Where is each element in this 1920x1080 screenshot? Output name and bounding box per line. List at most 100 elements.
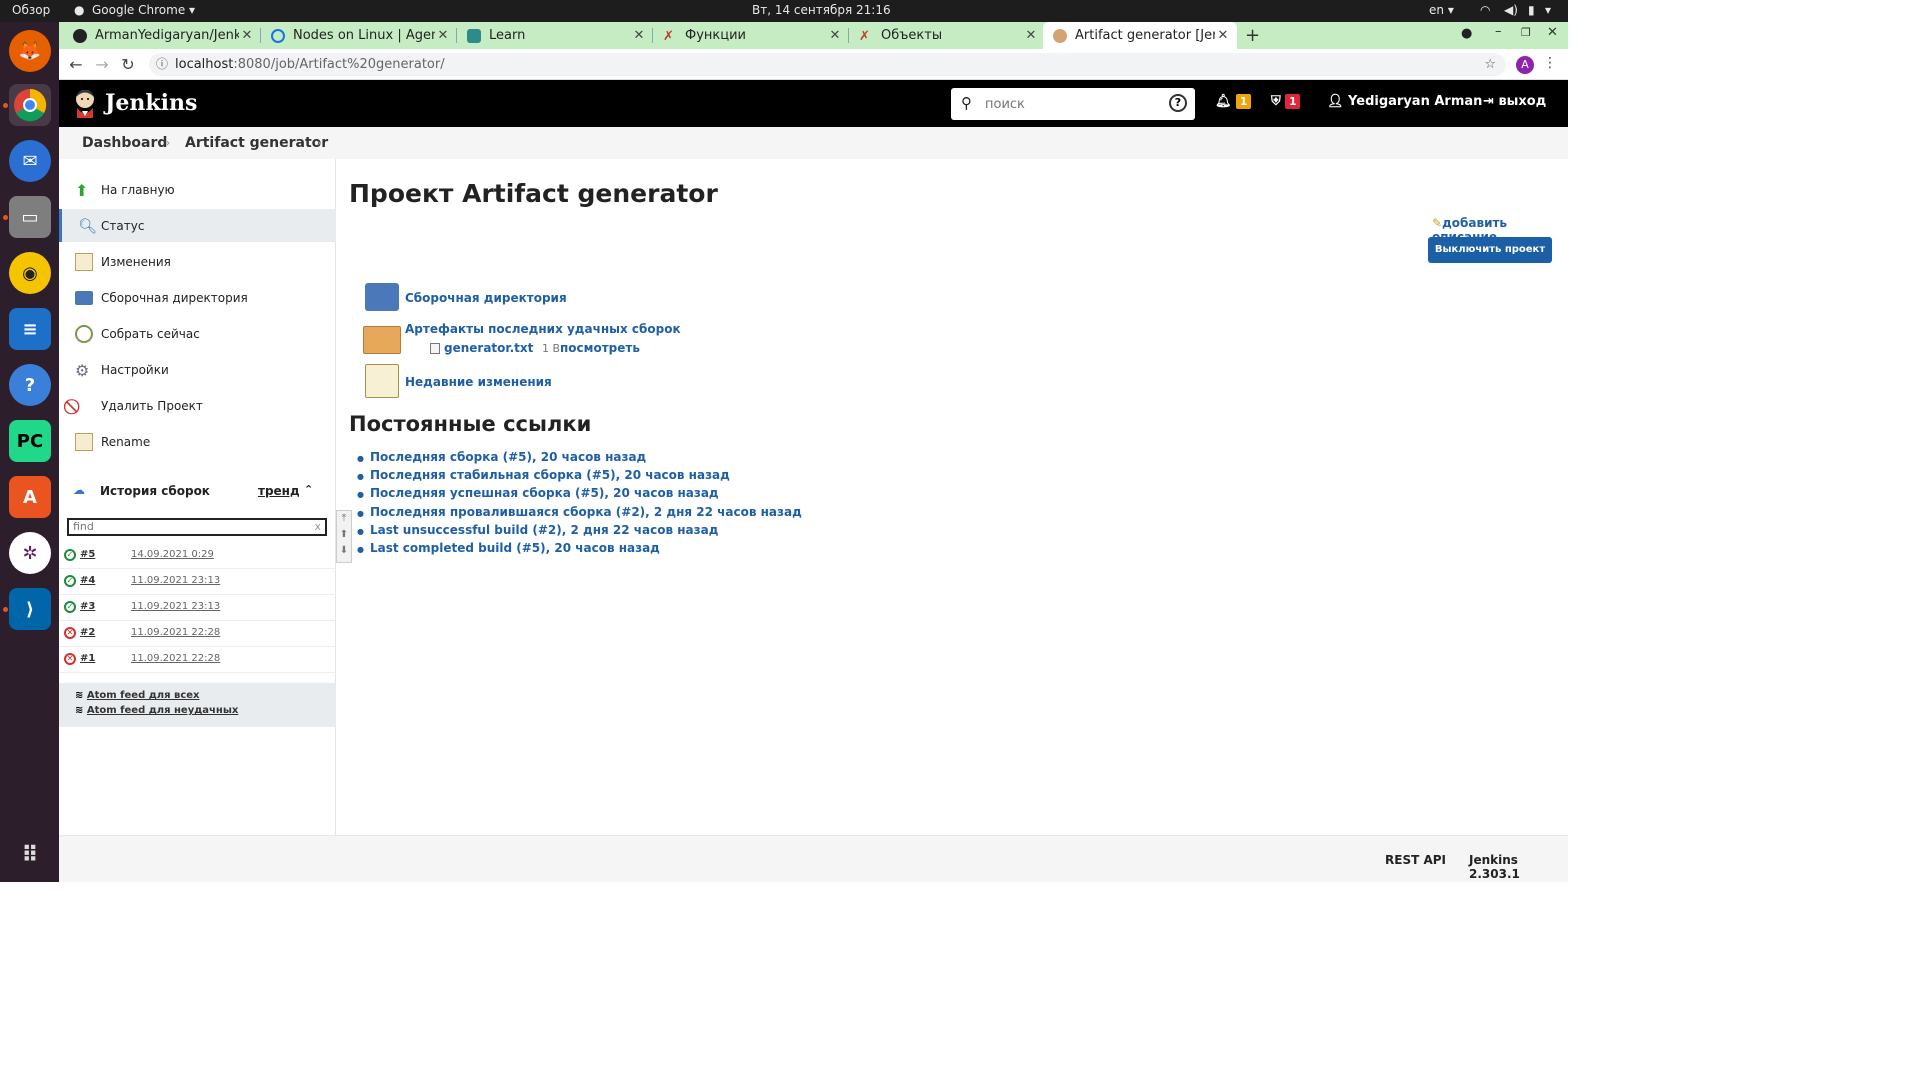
permalink-link[interactable]: Последняя сборка (#5), 20 часов назад [370,450,646,464]
battery-icon[interactable]: ▮ [1528,3,1535,17]
firefox-icon[interactable]: 🦊 [9,30,51,72]
breadcrumb-job[interactable]: Artifact generator [185,135,328,151]
artifacts-link[interactable]: Артефакты последних удачных сборок [405,322,681,336]
tab-nodes[interactable]: Nodes on Linux | Agents (✕ [261,22,457,49]
tab-github[interactable]: ArmanYedigaryan/Jenkin ✕ [63,22,261,49]
restore-icon[interactable]: ❐ [1521,26,1531,39]
permalink-link[interactable]: Last unsuccessful build (#2), 2 дня 22 ч… [370,523,718,537]
atom-feed-failed[interactable]: ≋ Atom feed для неудачных [75,705,238,716]
sidebar-item-status[interactable]: 🔍︎ Статус [59,209,336,242]
breadcrumb-chevron-icon[interactable]: › [166,138,170,149]
chrome-icon[interactable] [9,84,51,126]
show-apps-icon[interactable]: ⠿ [9,834,51,876]
logout-button[interactable]: ⇥ выход [1483,94,1546,109]
recent-changes-link[interactable]: Недавние изменения [405,375,552,389]
build-number-link[interactable]: #2 [80,627,95,638]
writer-icon[interactable]: ≡ [9,308,51,350]
close-tab-icon[interactable]: ✕ [827,28,843,43]
collapse-chevron-icon[interactable]: ⌃ [304,483,313,496]
back-button[interactable]: ← [65,54,87,76]
notepad-icon [365,364,399,398]
close-tab-icon[interactable]: ✕ [631,28,647,43]
new-tab-button[interactable]: + [1245,25,1260,46]
sidebar-item-configure[interactable]: ⚙ Настройки [59,353,336,386]
sidebar-item-delete[interactable]: ⃠ Удалить Проект [59,389,336,422]
breadcrumb-dashboard[interactable]: Dashboard [82,135,167,151]
app-menu-label: Google Chrome [92,3,186,17]
build-row: ✕ #1 11.09.2021 22:28 [59,647,336,673]
build-date-link[interactable]: 11.09.2021 22:28 [131,627,220,638]
app-menu[interactable]: Google Chrome ▾ [92,3,195,17]
tab-artifact-generator[interactable]: Artifact generator [Jenkin✕ [1043,22,1237,49]
activities-button[interactable]: Обзор [12,3,50,17]
rest-api-link[interactable]: REST API [1385,853,1446,867]
workspace-link[interactable]: Сборочная директория [405,291,567,305]
tab-learn[interactable]: Learn ✕ [457,22,653,49]
pycharm-icon[interactable]: PC [9,420,51,462]
reload-button[interactable]: ↻ [117,54,139,76]
build-date-link[interactable]: 11.09.2021 22:28 [131,653,220,664]
sidebar-item-home[interactable]: ⬆ На главную [59,173,336,206]
sidebar-item-rename[interactable]: Rename [59,425,336,458]
clear-filter-button[interactable]: x [314,520,321,534]
help-icon[interactable]: ? [1169,94,1187,112]
forward-button[interactable]: → [91,54,113,76]
files-icon[interactable]: ▭ [9,196,51,238]
build-filter-input[interactable]: find x [67,518,327,536]
artifact-view-link[interactable]: посмотреть [560,341,640,355]
system-menu-chevron-icon[interactable]: ▾ [1545,3,1551,17]
language-indicator[interactable]: en ▾ [1429,3,1454,17]
disable-project-button[interactable]: Выключить проект [1428,237,1552,263]
tab-objects[interactable]: ✗ Объекты ✕ [849,22,1045,49]
info-icon[interactable]: ⓘ [156,53,168,76]
chrome-menu-icon[interactable]: ⋮ [1543,55,1557,71]
permalink-link[interactable]: Последняя провалившаяся сборка (#2), 2 д… [370,505,802,519]
minimize-icon[interactable]: – [1495,24,1502,39]
search-input[interactable] [985,94,1165,114]
slack-icon[interactable]: ✲ [9,532,51,574]
notifications-button[interactable]: 🔔︎ 1 [1215,94,1252,109]
tab-functions[interactable]: ✗ Функции ✕ [653,22,849,49]
permalink-link[interactable]: Последняя успешная сборка (#5), 20 часов… [370,486,719,500]
rhythmbox-icon[interactable]: ◉ [9,252,51,294]
close-tab-icon[interactable]: ✕ [1215,28,1231,43]
close-tab-icon[interactable]: ✕ [239,28,255,43]
build-date-link[interactable]: 11.09.2021 23:13 [131,601,220,612]
jenkins-version-link[interactable]: Jenkins 2.303.1 [1469,853,1568,881]
profile-avatar[interactable]: A [1516,56,1534,74]
build-number-link[interactable]: #3 [80,601,95,612]
tab-search-icon[interactable]: ● [1461,26,1472,41]
browser-toolbar: ← → ↻ ⓘ localhost:8080/job/Artifact%20ge… [59,49,1568,80]
sidebar-item-changes[interactable]: Изменения [59,245,336,278]
breadcrumb-chevron-icon[interactable]: › [317,138,321,149]
build-date-link[interactable]: 11.09.2021 23:13 [131,575,220,586]
build-date-link[interactable]: 14.09.2021 0:29 [131,549,214,560]
user-menu[interactable]: 👤︎ Yedigaryan Arman [1327,94,1482,109]
sidebar-item-build-now[interactable]: Собрать сейчас [59,317,336,350]
address-bar[interactable]: ⓘ localhost:8080/job/Artifact%20generato… [149,53,1506,76]
security-button[interactable]: ⛨ 1 [1271,94,1301,109]
atom-feed-all[interactable]: ≋ Atom feed для всех [75,690,200,701]
thunderbird-icon[interactable]: ✉ [9,140,51,182]
trend-link[interactable]: тренд [258,484,300,498]
software-center-icon[interactable]: A [9,476,51,518]
chrome-app-icon: ● [74,3,85,17]
close-tab-icon[interactable]: ✕ [1023,28,1039,43]
permalink-link[interactable]: Последняя стабильная сборка (#5), 20 час… [370,468,730,482]
vscode-icon[interactable]: ⟩ [9,588,51,630]
artifact-file-link[interactable]: generator.txt [444,341,533,355]
build-number-link[interactable]: #4 [80,575,95,586]
close-tab-icon[interactable]: ✕ [435,28,451,43]
sidebar-item-workspace[interactable]: Сборочная директория [59,281,336,314]
bookmark-star-icon[interactable]: ☆ [1484,53,1496,76]
permalink-link[interactable]: Last completed build (#5), 20 часов наза… [370,541,660,555]
build-number-link[interactable]: #1 [80,653,95,664]
clock[interactable]: Вт, 14 сентября 21:16 [752,3,891,17]
jenkins-brand[interactable]: Jenkins [105,90,197,116]
build-number-link[interactable]: #5 [80,549,95,560]
jenkins-logo-icon[interactable] [73,88,97,118]
help-icon[interactable]: ? [9,364,51,406]
close-window-icon[interactable]: ✕ [1547,25,1558,40]
wifi-icon[interactable]: ◠ [1480,3,1490,17]
volume-icon[interactable]: ◀) [1504,3,1518,17]
